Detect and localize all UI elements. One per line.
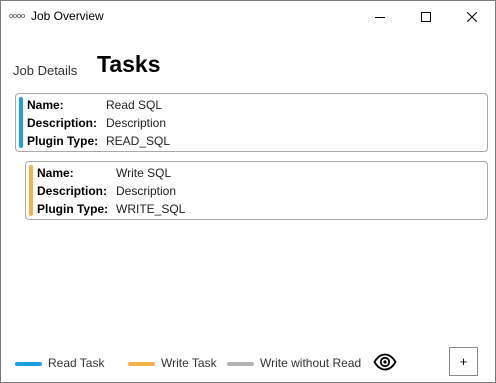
job-overview-window: Job Overview Job Details Tasks Name: Rea… <box>0 0 496 383</box>
legend-read-label: Read Task <box>48 356 105 370</box>
page-title: Tasks <box>97 51 161 77</box>
window-title: Job Overview <box>31 9 104 23</box>
name-label: Name: <box>37 166 74 180</box>
maximize-button[interactable] <box>403 1 449 32</box>
task-plugin-type: WRITE_SQL <box>116 202 186 216</box>
title-bar[interactable]: Job Overview <box>1 1 495 32</box>
task-card-read[interactable]: Name: Read SQL Description: Description … <box>15 93 488 152</box>
close-icon <box>467 11 477 22</box>
eye-icon[interactable] <box>373 353 397 371</box>
name-label: Name: <box>27 98 64 112</box>
legend-write-label: Write Task <box>161 356 217 370</box>
description-label: Description: <box>37 184 108 198</box>
legend-write-swatch <box>128 362 155 366</box>
minimize-icon <box>375 16 385 18</box>
task-name: Write SQL <box>116 166 172 180</box>
task-plugin-type: READ_SQL <box>106 134 171 148</box>
task-description: Description <box>116 184 177 198</box>
task-name: Read SQL <box>106 98 163 112</box>
close-button[interactable] <box>449 1 495 32</box>
add-task-button[interactable]: + <box>449 347 478 376</box>
plugin-type-label: Plugin Type: <box>37 202 109 216</box>
tab-job-details[interactable]: Job Details <box>13 63 77 78</box>
app-logo-icon <box>9 13 25 19</box>
legend-write-without-read-label: Write without Read <box>260 356 362 370</box>
minimize-button[interactable] <box>357 1 403 32</box>
task-description: Description <box>106 116 167 130</box>
maximize-icon <box>421 11 431 22</box>
legend-write-without-read-swatch <box>227 362 254 366</box>
description-label: Description: <box>27 116 98 130</box>
plugin-type-label: Plugin Type: <box>27 134 99 148</box>
task-type-indicator <box>29 165 33 216</box>
legend-read-swatch <box>15 362 42 366</box>
task-card-write[interactable]: Name: Write SQL Description: Description… <box>25 161 488 220</box>
task-type-indicator <box>19 97 23 148</box>
